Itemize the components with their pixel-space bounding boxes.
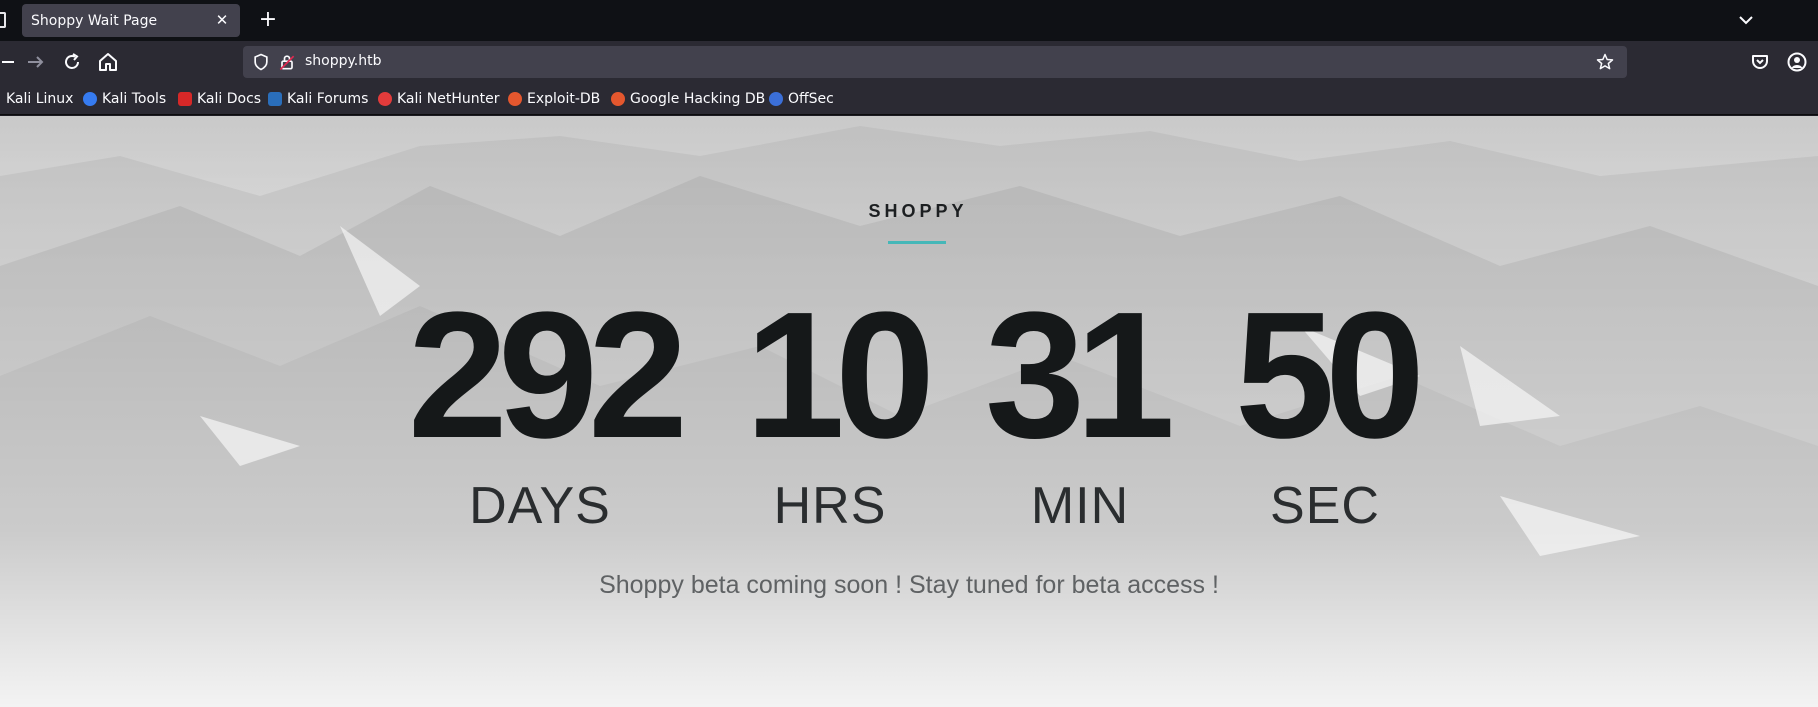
bookmark-offsec[interactable]: OffSec (769, 89, 834, 109)
countdown-days-label: DAYS (469, 477, 611, 535)
countdown-minutes-label: MIN (1030, 477, 1130, 535)
kali-tools-icon (83, 92, 97, 106)
brand-logo-text: SHOPPY (868, 201, 968, 221)
bookmark-label: Kali Forums (287, 91, 369, 107)
bookmark-label: Kali Docs (197, 91, 262, 107)
home-icon[interactable] (96, 50, 120, 74)
bookmark-kali-tools[interactable]: Kali Tools (83, 89, 166, 109)
bookmark-google-hacking-db[interactable]: Google Hacking DB (611, 89, 765, 109)
bookmark-label: Google Hacking DB (630, 91, 766, 107)
forward-arrow-icon[interactable] (24, 50, 48, 74)
bookmark-label: Kali Linux (6, 91, 74, 107)
tab-active[interactable]: Shoppy Wait Page ✕ (22, 4, 240, 37)
list-all-tabs-icon[interactable] (1734, 8, 1758, 32)
kali-nethunter-icon (378, 92, 392, 106)
url-bar[interactable]: shoppy.htb (243, 46, 1627, 78)
offsec-icon (769, 92, 783, 106)
countdown-seconds-label: SEC (1270, 477, 1380, 535)
bookmark-star-icon[interactable] (1595, 52, 1615, 72)
kali-docs-icon (178, 92, 192, 106)
countdown-minutes-value: 31 (985, 275, 1175, 476)
reload-icon[interactable] (60, 50, 84, 74)
new-tab-button[interactable]: + (256, 8, 280, 32)
countdown-hours-label: HRS (773, 477, 887, 535)
tab-title: Shoppy Wait Page (31, 12, 158, 29)
tab-strip: Shoppy Wait Page ✕ + (0, 0, 1818, 41)
back-arrow-icon[interactable] (0, 50, 18, 74)
bookmark-kali-docs[interactable]: Kali Docs (178, 89, 261, 109)
ghdb-icon (611, 92, 625, 106)
insecure-lock-icon[interactable] (277, 52, 297, 72)
tracking-shield-icon[interactable] (251, 52, 271, 72)
page-content: SHOPPY 292 10 31 50 DAYS HRS MIN SEC Sho… (0, 116, 1818, 707)
countdown-days-value: 292 (407, 275, 688, 476)
kali-forums-icon (268, 92, 282, 106)
account-icon[interactable] (1785, 50, 1809, 74)
bookmark-label: Kali NetHunter (397, 91, 500, 107)
tab-close-icon[interactable]: ✕ (212, 10, 232, 30)
pocket-icon[interactable] (1748, 50, 1772, 74)
brand-underline (888, 241, 946, 244)
url-text[interactable]: shoppy.htb (305, 53, 382, 69)
bookmark-kali-forums[interactable]: Kali Forums (268, 89, 368, 109)
bookmark-label: Kali Tools (102, 91, 167, 107)
countdown-hours-value: 10 (744, 275, 935, 476)
coming-soon-message: Shoppy beta coming soon ! Stay tuned for… (599, 571, 1219, 599)
bookmark-kali-nethunter[interactable]: Kali NetHunter (378, 89, 499, 109)
countdown-seconds-value: 50 (1234, 275, 1425, 476)
bookmark-label: OffSec (788, 91, 834, 107)
bookmark-label: Exploit-DB (527, 91, 601, 107)
bookmark-exploit-db[interactable]: Exploit-DB (508, 89, 600, 109)
navigation-toolbar: shoppy.htb (0, 41, 1818, 82)
bookmark-kali-linux[interactable]: Kali Linux (6, 89, 73, 109)
sidebar-toggle-icon[interactable] (0, 12, 6, 28)
exploit-db-icon (508, 92, 522, 106)
bookmarks-toolbar: Kali Linux Kali Tools Kali Docs Kali For… (0, 82, 1818, 115)
